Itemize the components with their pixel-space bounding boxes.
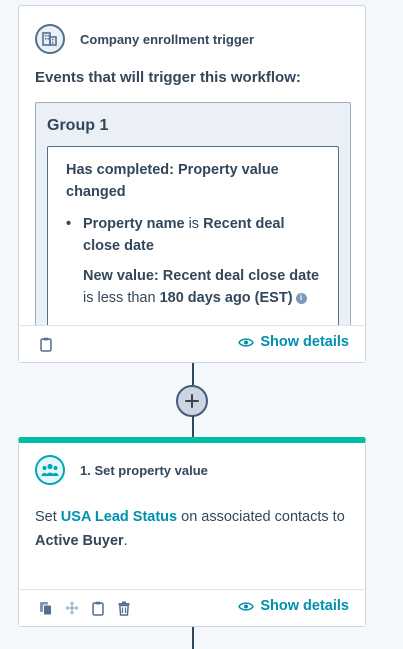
filter-group: Group 1 Has completed: Property value ch… [35, 102, 351, 328]
clipboard-icon[interactable] [37, 335, 55, 353]
target-value: Active Buyer [35, 533, 124, 549]
set-property-action-card[interactable]: 1. Set property value Set USA Lead Statu… [18, 437, 366, 627]
action-card-footer: Show details [19, 589, 365, 626]
connector-line-top [192, 363, 194, 386]
info-icon[interactable]: i [295, 292, 307, 304]
eye-icon [238, 337, 255, 347]
connector-line-bottom [192, 627, 194, 649]
body-middle: on associated contacts to [181, 509, 345, 525]
filter-bullet: • Property name is Recent deal close dat… [66, 213, 324, 257]
show-details-button[interactable]: Show details [238, 334, 349, 350]
filter-criteria-box: Has completed: Property value changed • … [47, 146, 339, 327]
show-details-label: Show details [260, 598, 349, 614]
trigger-card-title: Company enrollment trigger [80, 31, 255, 47]
condition-operator: is less than [83, 290, 156, 306]
show-details-button[interactable]: Show details [238, 598, 349, 614]
events-label: Events that will trigger this workflow: [35, 69, 301, 86]
action-description: Set USA Lead Status on associated contac… [35, 505, 349, 553]
trigger-card-header: Company enrollment trigger [35, 24, 254, 54]
condition-value: 180 days ago (EST) [159, 290, 293, 306]
property-name-label: Property name [83, 216, 185, 232]
new-value-label: New value: Recent deal close date [83, 268, 320, 284]
copy-icon[interactable] [37, 599, 55, 617]
move-icon[interactable] [63, 599, 81, 617]
action-footer-actions [37, 599, 133, 617]
filter-bullet-text: Property name is Recent deal close date [83, 213, 324, 257]
new-value-condition: New value: Recent deal close date is les… [66, 265, 324, 309]
clipboard-icon[interactable] [89, 599, 107, 617]
action-card-header: 1. Set property value [35, 455, 208, 485]
filter-heading: Has completed: Property value changed [66, 162, 279, 200]
show-details-label: Show details [260, 334, 349, 350]
trigger-footer-actions [37, 335, 55, 353]
add-action-button[interactable] [176, 385, 208, 417]
enrollment-trigger-card[interactable]: Company enrollment trigger Events that w… [18, 5, 366, 363]
body-prefix: Set [35, 509, 57, 525]
connector-line-middle [192, 416, 194, 437]
plus-icon [185, 394, 199, 408]
action-card-title: 1. Set property value [80, 462, 208, 478]
body-suffix: . [123, 533, 128, 549]
eye-icon [238, 601, 255, 611]
company-building-icon [35, 24, 65, 54]
bullet-dot-icon: • [66, 216, 72, 232]
trigger-card-footer: Show details [19, 325, 365, 362]
group-title: Group 1 [47, 117, 109, 134]
trash-icon[interactable] [115, 599, 133, 617]
property-link[interactable]: USA Lead Status [61, 509, 177, 525]
contacts-group-icon [35, 455, 65, 485]
bullet-connector: is [188, 216, 200, 232]
